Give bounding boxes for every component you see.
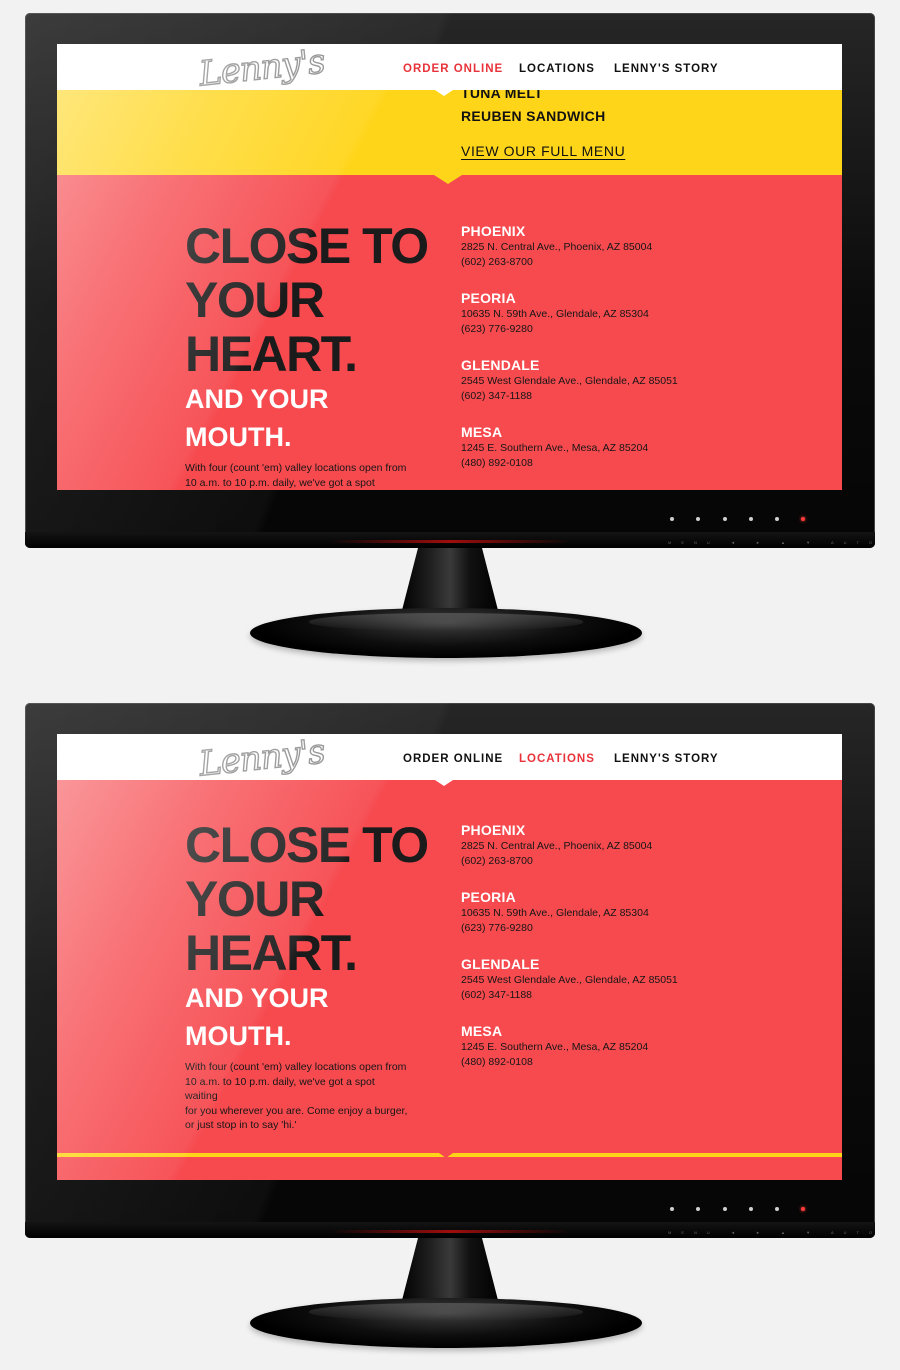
monitor-buttons — [660, 517, 820, 527]
headline-line-2: YOUR — [185, 272, 325, 328]
subheadline-line-1: AND YOUR — [185, 983, 329, 1013]
locations-section: CLOSE TO YOUR HEART. AND YOUR MOUTH. Wit… — [57, 780, 842, 1180]
intro-line: With four (count 'em) valley locations o… — [185, 1061, 407, 1073]
monitor-buttons — [660, 1207, 820, 1217]
headline-line-1: CLOSE TO — [185, 817, 429, 873]
site-header: Lenny's ORDER ONLINE LOCATIONS LENNY'S S… — [57, 734, 842, 785]
monitor-button[interactable] — [670, 517, 674, 521]
section-arrow — [434, 175, 462, 184]
location-name: MESA — [461, 1023, 503, 1039]
location-address: 10635 N. 59th Ave., Glendale, AZ 85304 — [461, 907, 649, 919]
monitor-button[interactable] — [749, 517, 753, 521]
nav-lennys-story[interactable]: LENNY'S STORY — [614, 753, 719, 765]
subheadline-line-1: AND YOUR — [185, 384, 329, 414]
nav-indicator — [435, 780, 453, 786]
bezel-accent — [330, 1230, 570, 1233]
monitor-button-labels: MENU ◄ ► ▲ ▼ AUTO — [668, 1230, 882, 1235]
subheadline-line-2: MOUTH. — [185, 422, 292, 452]
location-address: 10635 N. 59th Ave., Glendale, AZ 85304 — [461, 308, 649, 320]
location-address: 2545 West Glendale Ave., Glendale, AZ 85… — [461, 974, 678, 986]
power-button[interactable] — [801, 517, 805, 521]
location-name: PHOENIX — [461, 223, 526, 239]
intro-text: With four (count 'em) valley locations o… — [185, 461, 410, 490]
headline-line-1: CLOSE TO — [185, 218, 429, 274]
location-address: 2825 N. Central Ave., Phoenix, AZ 85004 — [461, 840, 653, 852]
monitor-base — [250, 608, 642, 658]
location-phone[interactable]: (602) 263-8700 — [461, 256, 533, 268]
location-phone[interactable]: (602) 347-1188 — [461, 989, 532, 1001]
location-name: PHOENIX — [461, 822, 526, 838]
location-phone[interactable]: (480) 892-0108 — [461, 1056, 533, 1068]
nav-order-online[interactable]: ORDER ONLINE — [403, 753, 503, 765]
headline-line-3: HEART. — [185, 326, 358, 382]
lennys-logo[interactable]: Lenny's — [197, 44, 327, 95]
location-name: MESA — [461, 424, 503, 440]
monitor-button[interactable] — [670, 1207, 674, 1211]
location-name: PEORIA — [461, 889, 516, 905]
headline-line-2: YOUR — [185, 871, 325, 927]
monitor-button[interactable] — [723, 1207, 727, 1211]
section-arrow — [439, 1153, 453, 1158]
location-phone[interactable]: (602) 263-8700 — [461, 855, 533, 867]
location-address: 2825 N. Central Ave., Phoenix, AZ 85004 — [461, 241, 653, 253]
site-header: Lenny's ORDER ONLINE LOCATIONS LENNY'S S… — [57, 44, 842, 95]
intro-line: for you wherever you are. Come enjoy a b… — [185, 1104, 408, 1117]
lennys-logo[interactable]: Lenny's — [197, 734, 327, 785]
monitor-1: TUNA MELT REUBEN SANDWICH VIEW OUR FULL … — [0, 0, 900, 680]
monitor-button[interactable] — [775, 517, 779, 521]
bezel-accent — [330, 540, 570, 543]
location-phone[interactable]: (602) 347-1188 — [461, 390, 532, 402]
locations-section: CLOSE TO YOUR HEART. AND YOUR MOUTH. Wit… — [57, 175, 842, 490]
intro-line: or just stop in to say 'hi.' — [185, 1119, 297, 1131]
full-menu-link[interactable]: VIEW OUR FULL MENU — [461, 143, 625, 159]
power-button[interactable] — [801, 1207, 805, 1211]
monitor-button[interactable] — [696, 517, 700, 521]
headline-line-3: HEART. — [185, 925, 358, 981]
menu-band: TUNA MELT REUBEN SANDWICH VIEW OUR FULL … — [57, 85, 842, 175]
location-address: 1245 E. Southern Ave., Mesa, AZ 85204 — [461, 442, 649, 454]
location-name: PEORIA — [461, 290, 516, 306]
monitor-button[interactable] — [723, 517, 727, 521]
nav-locations[interactable]: LOCATIONS — [519, 753, 595, 765]
location-name: GLENDALE — [461, 357, 540, 373]
menu-item-reuben[interactable]: REUBEN SANDWICH — [461, 108, 606, 124]
screen: TUNA MELT REUBEN SANDWICH VIEW OUR FULL … — [57, 44, 842, 490]
location-phone[interactable]: (623) 776-9280 — [461, 323, 533, 335]
location-phone[interactable]: (623) 776-9280 — [461, 922, 533, 934]
monitor-button[interactable] — [749, 1207, 753, 1211]
subheadline-line-2: MOUTH. — [185, 1021, 292, 1051]
monitor-button-labels: MENU ◄ ► ▲ ▼ AUTO — [668, 540, 882, 545]
nav-lennys-story[interactable]: LENNY'S STORY — [614, 63, 719, 75]
monitor-button[interactable] — [775, 1207, 779, 1211]
intro-line: With four (count 'em) valley locations o… — [185, 462, 407, 474]
monitor-button[interactable] — [696, 1207, 700, 1211]
location-name: GLENDALE — [461, 956, 540, 972]
nav-locations[interactable]: LOCATIONS — [519, 63, 595, 75]
location-phone[interactable]: (480) 892-0108 — [461, 457, 533, 469]
nav-indicator — [435, 90, 453, 96]
location-address: 1245 E. Southern Ave., Mesa, AZ 85204 — [461, 1041, 649, 1053]
monitor-base — [250, 1298, 642, 1348]
location-address: 2545 West Glendale Ave., Glendale, AZ 85… — [461, 375, 678, 387]
intro-line: 10 a.m. to 10 p.m. daily, we've got a sp… — [185, 476, 375, 489]
intro-line: 10 a.m. to 10 p.m. daily, we've got a sp… — [185, 1075, 375, 1103]
monitor-2: CLOSE TO YOUR HEART. AND YOUR MOUTH. Wit… — [0, 690, 900, 1370]
screen: CLOSE TO YOUR HEART. AND YOUR MOUTH. Wit… — [57, 734, 842, 1180]
intro-text: With four (count 'em) valley locations o… — [185, 1060, 410, 1133]
nav-order-online[interactable]: ORDER ONLINE — [403, 63, 503, 75]
